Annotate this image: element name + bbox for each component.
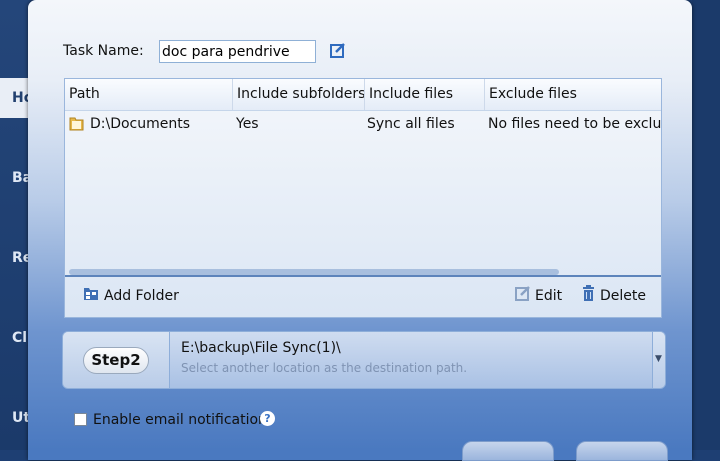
background-right-edge (692, 0, 720, 450)
delete-button[interactable]: Delete (581, 284, 646, 308)
sidebar-item-utilities[interactable]: Ut (0, 398, 30, 438)
column-header-path[interactable]: Path (65, 79, 233, 110)
horizontal-scroll-track (65, 275, 661, 277)
email-notification-label: Enable email notification (93, 412, 267, 428)
add-folder-button[interactable]: Add Folder (83, 285, 179, 307)
sidebar-item-backup[interactable]: Ba (0, 158, 30, 198)
add-folder-label: Add Folder (104, 288, 179, 304)
column-header-exclude-files[interactable]: Exclude files (485, 79, 661, 110)
delete-label: Delete (600, 288, 646, 304)
destination-dropdown[interactable]: ▼ (652, 332, 665, 388)
sidebar-item-clone[interactable]: Cl (0, 318, 30, 358)
help-icon[interactable]: ? (260, 411, 275, 426)
folder-icon (69, 115, 85, 132)
row-include-files: Sync all files (367, 116, 455, 132)
background-sidebar: Ho Ba Re Cl Ut (0, 0, 30, 450)
edit-name-icon[interactable] (330, 42, 346, 58)
row-exclude-files: No files need to be exclu (488, 116, 661, 132)
task-name-input[interactable] (159, 40, 316, 63)
row-path: D:\Documents (90, 116, 191, 132)
destination-path: E:\backup\File Sync(1)\ (181, 340, 341, 356)
table-row[interactable]: D:\Documents Yes Sync all files No files… (65, 111, 661, 137)
file-sync-dialog: Task Name: Path Include subfolders Inclu… (28, 0, 692, 461)
destination-selector[interactable]: Step2 E:\backup\File Sync(1)\ Select ano… (62, 331, 666, 389)
footer-button-right[interactable] (576, 441, 668, 461)
column-header-include-files[interactable]: Include files (365, 79, 485, 110)
folder-table: Path Include subfolders Include files Ex… (64, 78, 662, 318)
sidebar-item-label: Cl (12, 330, 28, 346)
edit-label: Edit (535, 288, 563, 304)
step-indicator: Step2 (63, 332, 170, 388)
table-header: Path Include subfolders Include files Ex… (65, 79, 661, 111)
edit-icon (515, 285, 531, 308)
sidebar-item-restore[interactable]: Re (0, 238, 30, 278)
column-header-include-subfolders[interactable]: Include subfolders (233, 79, 365, 110)
task-name-label: Task Name: (63, 43, 144, 59)
horizontal-scrollbar[interactable] (69, 269, 559, 275)
chevron-down-icon: ▼ (655, 354, 662, 364)
add-folder-icon (83, 285, 100, 308)
trash-icon (581, 284, 596, 308)
destination-hint: Select another location as the destinati… (181, 361, 468, 375)
email-notification-checkbox[interactable] (74, 413, 87, 426)
sidebar-item-home[interactable]: Ho (0, 78, 30, 118)
footer-button-left[interactable] (462, 441, 554, 461)
row-include-subfolders: Yes (236, 116, 259, 132)
step2-badge: Step2 (83, 347, 149, 374)
edit-button[interactable]: Edit (515, 285, 562, 307)
